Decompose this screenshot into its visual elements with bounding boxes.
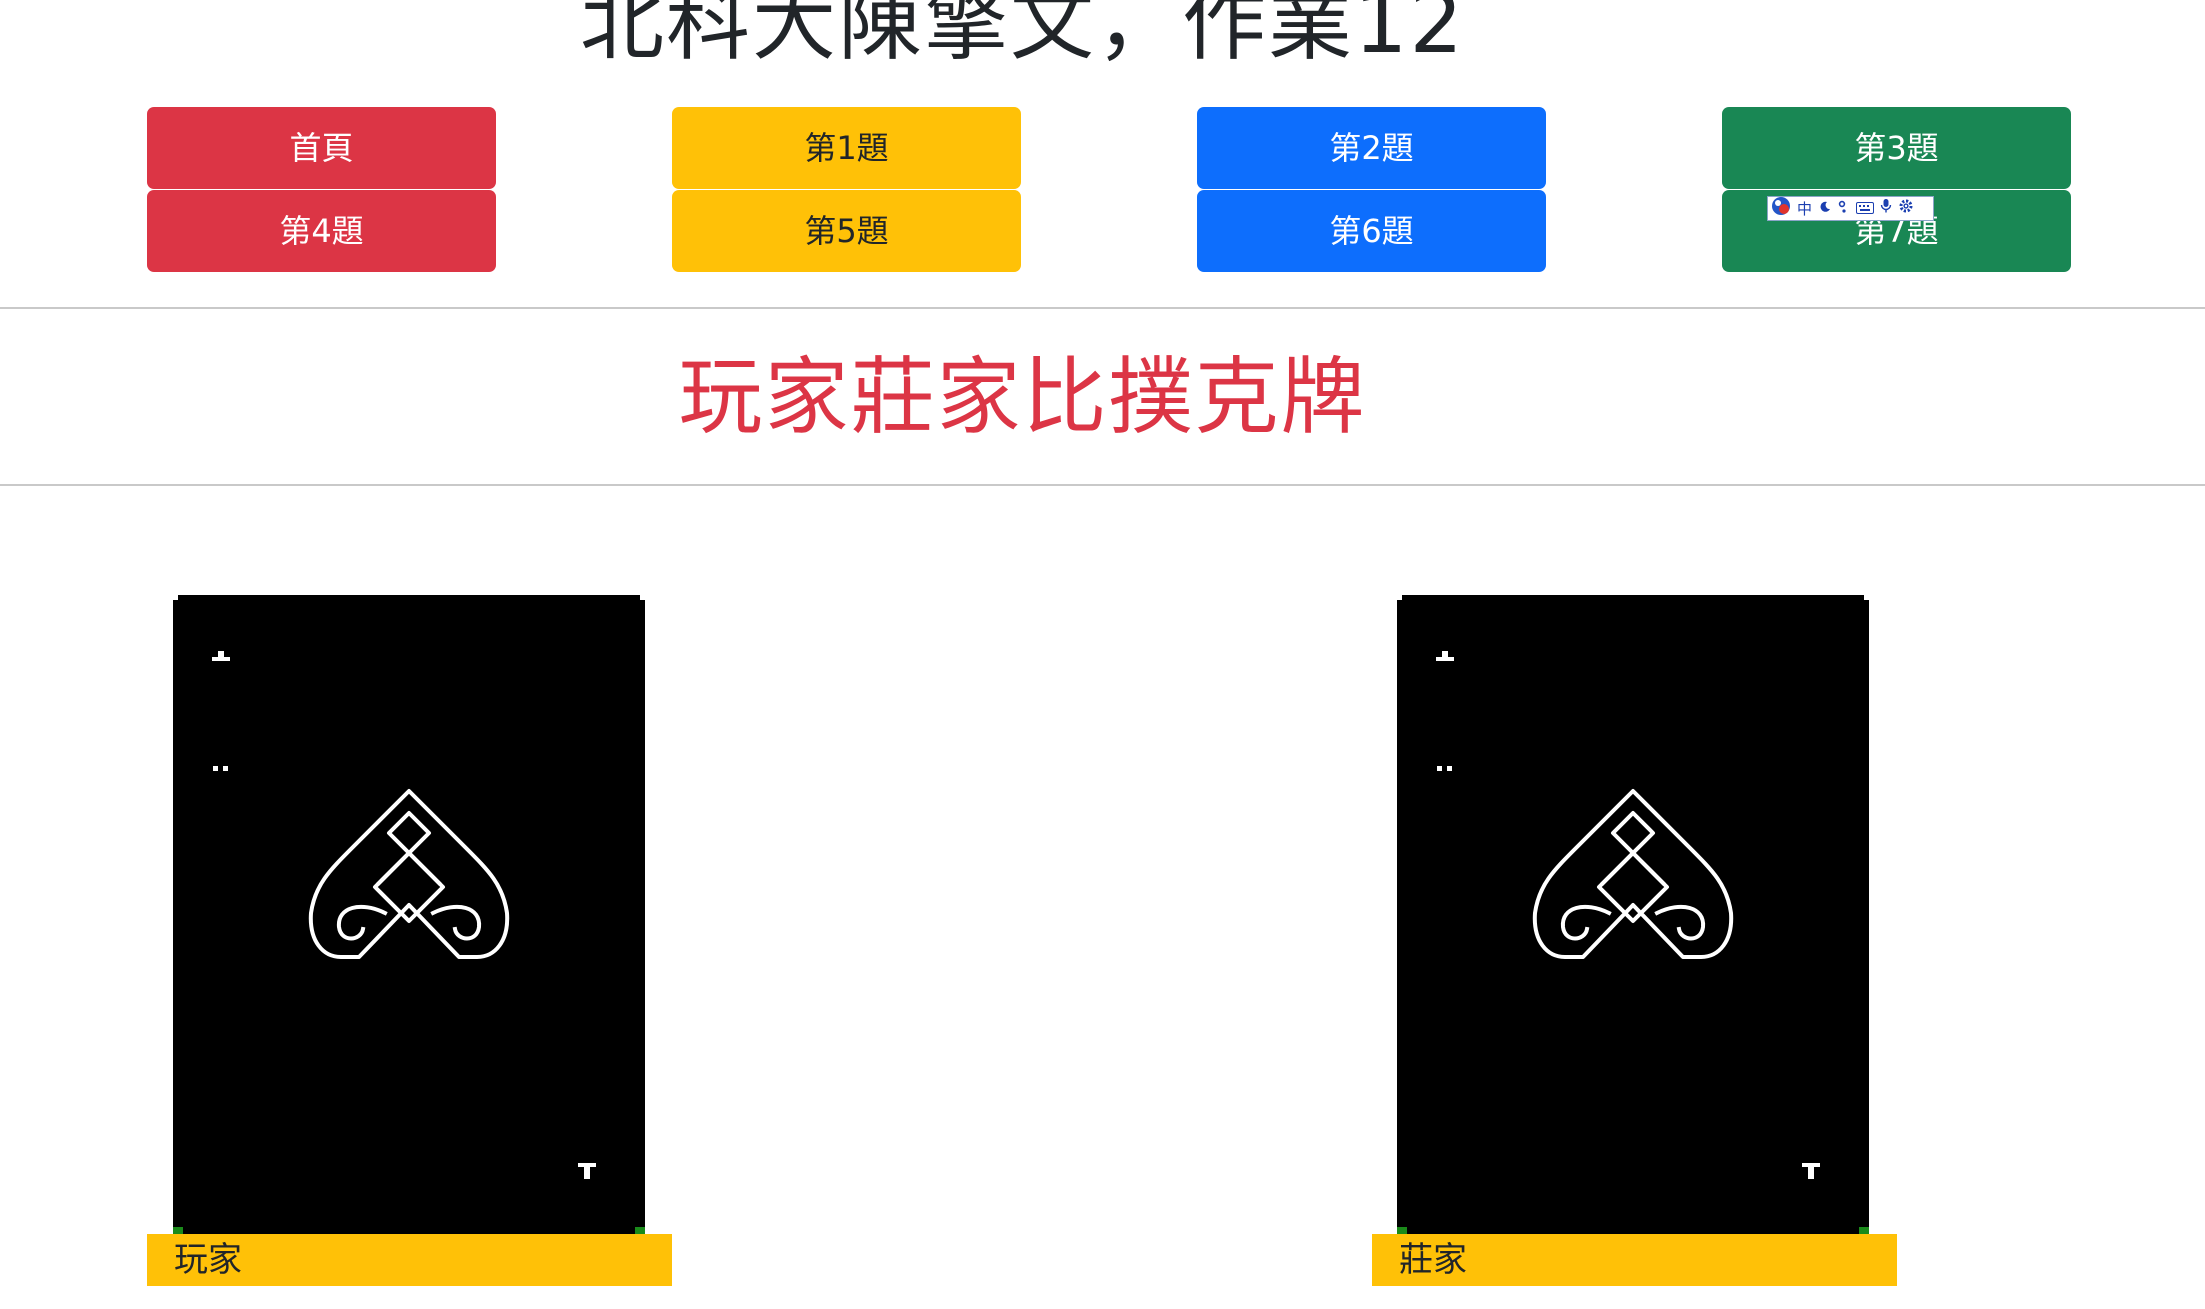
chinese-mode-icon[interactable]: 中: [1797, 198, 1812, 220]
half-width-icon[interactable]: [1818, 198, 1832, 220]
question-4-button[interactable]: 第4題: [147, 190, 496, 272]
home-button[interactable]: 首頁: [147, 107, 496, 189]
question-6-button[interactable]: 第6題: [1197, 190, 1546, 272]
punctuation-icon[interactable]: [1838, 198, 1850, 220]
ime-logo-icon[interactable]: [1771, 196, 1791, 222]
keyboard-icon[interactable]: [1856, 198, 1875, 220]
card-back-icon: [173, 595, 645, 1235]
card-back-icon: [1397, 595, 1869, 1235]
question-5-button[interactable]: 第5題: [672, 190, 1021, 272]
dealer-card: [1397, 595, 1869, 1235]
divider-top: [0, 307, 2205, 309]
question-2-button[interactable]: 第2題: [1197, 107, 1546, 189]
dealer-label: 莊家: [1372, 1234, 1897, 1286]
section-title: 玩家莊家比撲克牌: [678, 348, 1367, 446]
player-label: 玩家: [147, 1234, 672, 1286]
settings-icon[interactable]: [1898, 198, 1914, 220]
question-3-button[interactable]: 第3題: [1722, 107, 2071, 189]
divider-bottom: [0, 484, 2205, 486]
player-card: [173, 595, 645, 1235]
microphone-icon[interactable]: [1880, 198, 1892, 220]
page-title: 北科大陳擎文，作業12: [580, 0, 1465, 72]
ime-toolbar[interactable]: 中: [1767, 196, 1934, 221]
question-1-button[interactable]: 第1題: [672, 107, 1021, 189]
